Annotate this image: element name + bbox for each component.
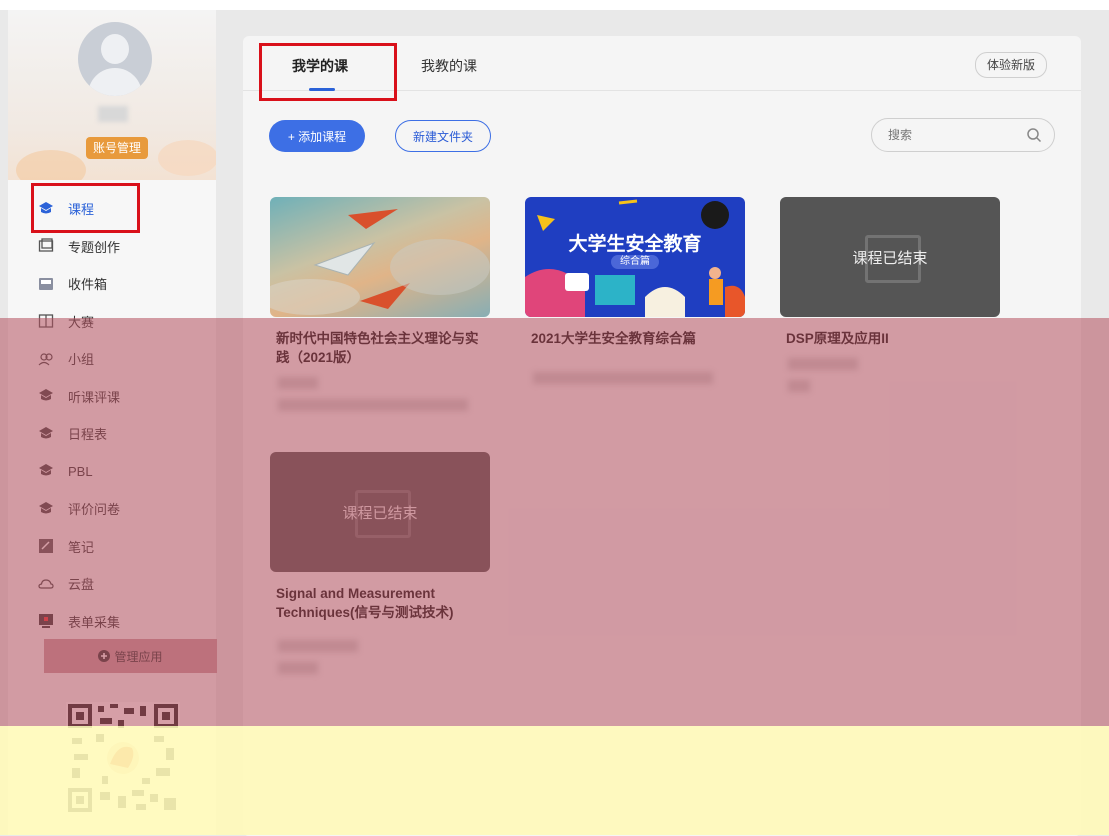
course-card[interactable]: 课程已结束 DSP原理及应用II bbox=[780, 197, 1000, 392]
thumb-title: 大学生安全教育 bbox=[568, 234, 702, 255]
username-blurred bbox=[98, 106, 128, 122]
tab-bar: 我学的课 我教的课 体验新版 bbox=[243, 36, 1081, 91]
sidebar-item-label: 收件箱 bbox=[68, 277, 108, 293]
sidebar-item-label: 小组 bbox=[68, 352, 95, 368]
course-thumbnail[interactable] bbox=[270, 197, 490, 317]
plus-circle-icon bbox=[98, 650, 111, 662]
sidebar-item-label: 云盘 bbox=[68, 577, 95, 593]
sidebar-item-inbox[interactable]: 收件箱 bbox=[8, 265, 216, 303]
account-management-button[interactable]: 账号管理 bbox=[86, 137, 148, 159]
tab-my-courses[interactable]: 我学的课 bbox=[292, 56, 348, 76]
sidebar-item-label: 专题创作 bbox=[68, 239, 121, 255]
sidebar-item-cloud[interactable]: 云盘 bbox=[8, 565, 216, 603]
topic-icon bbox=[38, 238, 54, 254]
course-card[interactable]: 课程已结束 Signal and Measurement Techniques(… bbox=[270, 452, 490, 674]
note-icon bbox=[38, 538, 54, 554]
course-thumbnail[interactable]: 课程已结束 bbox=[270, 452, 490, 572]
cloud-icon bbox=[38, 576, 54, 592]
decor-blob bbox=[16, 150, 86, 180]
sidebar-item-label: 评价问卷 bbox=[68, 502, 121, 518]
course-ended-label: 课程已结束 bbox=[342, 504, 418, 522]
blurred-meta bbox=[788, 358, 858, 370]
sidebar-item-label: 听课评课 bbox=[68, 389, 121, 405]
add-course-button[interactable]: + 添加课程 bbox=[269, 120, 365, 152]
avatar[interactable] bbox=[78, 22, 152, 96]
sidebar-item-label: 课程 bbox=[68, 202, 95, 218]
sidebar-item-course[interactable]: 课程 bbox=[8, 190, 216, 228]
sidebar-item-note[interactable]: 笔记 bbox=[8, 528, 216, 566]
tab-teach-courses[interactable]: 我教的课 bbox=[421, 56, 477, 76]
course-icon bbox=[38, 201, 54, 217]
decor-blob bbox=[158, 140, 216, 176]
sidebar-item-label: PBL bbox=[68, 463, 93, 479]
sidebar-item-contest[interactable]: 大赛 bbox=[8, 303, 216, 341]
sidebar-nav: 课程 专题创作 收件箱 大赛 小组 听课评课 日程表 PBL 评价问卷 笔记 云… bbox=[8, 190, 216, 640]
sidebar-item-label: 表单采集 bbox=[68, 614, 121, 630]
sidebar-item-topic[interactable]: 专题创作 bbox=[8, 228, 216, 266]
course-title[interactable]: Signal and Measurement Techniques(信号与测试技… bbox=[270, 584, 490, 622]
sidebar-item-label: 笔记 bbox=[68, 539, 95, 555]
manage-apps-label: 管理应用 bbox=[114, 649, 163, 664]
review-icon bbox=[38, 388, 54, 404]
sidebar-item-group[interactable]: 小组 bbox=[8, 340, 216, 378]
top-strip bbox=[0, 0, 1109, 10]
group-icon bbox=[38, 351, 54, 367]
schedule-icon bbox=[38, 426, 54, 442]
search-icon[interactable] bbox=[1026, 127, 1042, 143]
search-box bbox=[871, 118, 1055, 152]
sidebar-item-form[interactable]: 表单采集 bbox=[8, 603, 216, 641]
course-thumbnail[interactable]: 课程已结束 bbox=[780, 197, 1000, 317]
sidebar-item-survey[interactable]: 评价问卷 bbox=[8, 490, 216, 528]
course-title[interactable]: 2021大学生安全教育综合篇 bbox=[525, 329, 745, 348]
sidebar-item-label: 日程表 bbox=[68, 427, 108, 443]
blurred-meta bbox=[278, 399, 468, 411]
try-new-version-button[interactable]: 体验新版 bbox=[975, 52, 1047, 78]
qr-code-icon bbox=[66, 702, 180, 814]
sidebar-item-label: 大赛 bbox=[68, 314, 95, 330]
avatar-head bbox=[101, 34, 129, 64]
blurred-meta bbox=[788, 380, 810, 392]
thumb-subtitle: 综合篇 bbox=[611, 255, 659, 269]
course-card[interactable]: 大学生安全教育 综合篇 2021大学生安全教育综合篇 bbox=[525, 197, 745, 384]
sidebar-item-schedule[interactable]: 日程表 bbox=[8, 415, 216, 453]
course-title[interactable]: DSP原理及应用II bbox=[780, 329, 1000, 348]
paper-plane-icon bbox=[270, 209, 490, 315]
sidebar: 账号管理 课程 专题创作 收件箱 大赛 小组 听课评课 日程表 PBL 评价问卷… bbox=[8, 10, 217, 835]
new-folder-button[interactable]: 新建文件夹 bbox=[395, 120, 491, 152]
sidebar-item-review[interactable]: 听课评课 bbox=[8, 378, 216, 416]
blurred-meta bbox=[278, 377, 318, 389]
main-panel: 我学的课 我教的课 体验新版 + 添加课程 新建文件夹 新时代中国特色社会主义理… bbox=[243, 36, 1081, 836]
course-card[interactable]: 新时代中国特色社会主义理论与实践（2021版） bbox=[270, 197, 490, 411]
course-title[interactable]: 新时代中国特色社会主义理论与实践（2021版） bbox=[270, 329, 490, 367]
search-input[interactable] bbox=[886, 127, 1020, 143]
course-thumbnail[interactable]: 大学生安全教育 综合篇 bbox=[525, 197, 745, 317]
blurred-meta bbox=[533, 372, 713, 384]
sidebar-item-pbl[interactable]: PBL bbox=[8, 453, 216, 491]
inbox-icon bbox=[38, 276, 54, 292]
survey-icon bbox=[38, 501, 54, 517]
contest-icon bbox=[38, 313, 54, 329]
form-icon bbox=[38, 613, 54, 629]
blurred-meta bbox=[278, 640, 358, 652]
avatar-body bbox=[88, 68, 142, 96]
course-ended-label: 课程已结束 bbox=[852, 249, 928, 267]
profile-card: 账号管理 bbox=[8, 10, 216, 180]
blurred-meta bbox=[278, 662, 318, 674]
manage-apps-button[interactable]: 管理应用 bbox=[44, 639, 217, 673]
tab-underline bbox=[309, 88, 335, 91]
pbl-icon bbox=[38, 463, 54, 479]
